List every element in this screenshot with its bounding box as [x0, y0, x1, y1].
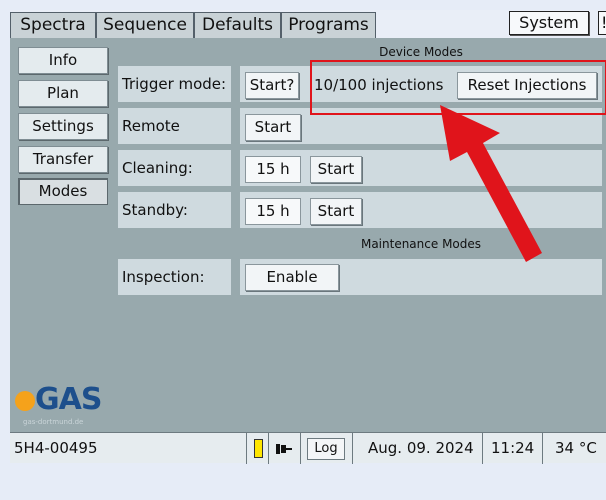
sidebar-item-plan[interactable]: Plan	[18, 80, 108, 107]
tab-programs[interactable]: Programs	[281, 12, 376, 38]
device-modes-heading: Device Modes	[379, 45, 463, 59]
gas-logo: GAS gas-dortmund.de	[13, 382, 123, 426]
status-time: 11:24	[491, 439, 535, 457]
cleaning-label: Cleaning:	[118, 150, 231, 186]
maintenance-modes-heading: Maintenance Modes	[360, 237, 482, 251]
indicator-icon	[254, 439, 263, 458]
status-divider	[268, 433, 269, 464]
alert-tab[interactable]: !	[598, 11, 606, 35]
logo-dot	[15, 391, 35, 411]
logo-subtitle: gas-dortmund.de	[23, 418, 84, 426]
logo-text: GAS	[35, 382, 102, 417]
status-divider	[352, 433, 353, 464]
standby-start-button[interactable]: Start	[310, 198, 362, 225]
status-divider	[482, 433, 483, 464]
tab-defaults[interactable]: Defaults	[194, 12, 281, 38]
sidebar-item-settings[interactable]: Settings	[18, 113, 108, 140]
status-divider	[300, 433, 301, 464]
trigger-start-button[interactable]: Start?	[245, 72, 299, 99]
top-tab-bar: Spectra Sequence Defaults Programs Syste…	[10, 10, 606, 38]
sidebar-item-transfer[interactable]: Transfer	[18, 146, 108, 173]
status-date: Aug. 09. 2024	[368, 439, 474, 457]
sidebar-item-info[interactable]: Info	[18, 47, 108, 74]
status-divider	[542, 433, 543, 464]
status-divider	[246, 433, 247, 464]
standby-label: Standby:	[118, 192, 231, 228]
tab-sequence[interactable]: Sequence	[96, 12, 194, 38]
tab-spectra[interactable]: Spectra	[10, 12, 96, 38]
log-button[interactable]: Log	[307, 438, 345, 460]
inspection-label: Inspection:	[118, 259, 231, 295]
cleaning-start-button[interactable]: Start	[310, 156, 362, 183]
tab-system[interactable]: System	[509, 11, 589, 35]
plug-icon	[276, 444, 292, 454]
remote-start-button[interactable]: Start	[245, 114, 301, 141]
trigger-mode-label: Trigger mode:	[118, 66, 231, 102]
status-bar: 5H4-00495 Log Aug. 09. 2024 11:24 34 °C	[10, 432, 606, 464]
inspection-enable-button[interactable]: Enable	[245, 264, 339, 291]
cleaning-duration-field[interactable]: 15 h	[245, 156, 301, 183]
remote-mode-label: Remote mode:	[118, 108, 231, 171]
device-id: 5H4-00495	[14, 439, 98, 457]
arrow-annotation	[440, 105, 542, 262]
app-window: Spectra Sequence Defaults Programs Syste…	[10, 10, 606, 464]
standby-duration-field[interactable]: 15 h	[245, 198, 301, 225]
status-temperature: 34 °C	[555, 439, 597, 457]
sidebar-item-modes[interactable]: Modes	[18, 178, 108, 205]
